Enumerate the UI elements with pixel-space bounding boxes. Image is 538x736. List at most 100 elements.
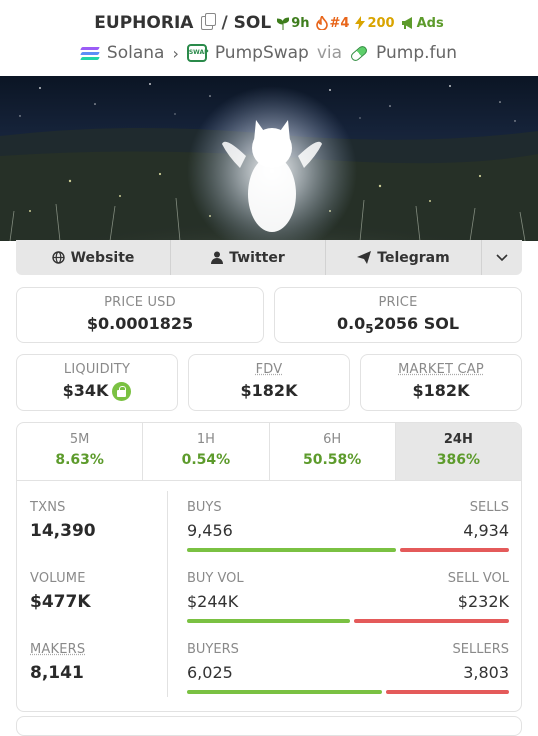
trading-stats-panel: 5M 8.63% 1H 0.54% 6H 50.58% 24H 386% TXN…: [16, 422, 522, 712]
more-links-dropdown[interactable]: [482, 240, 522, 275]
tab-6h[interactable]: 6H 50.58%: [270, 423, 396, 480]
quote-symbol: SOL: [233, 13, 272, 33]
tab-1h[interactable]: 1H 0.54%: [143, 423, 270, 480]
volume-value: $477K: [30, 592, 91, 612]
chevron-down-icon: [496, 253, 508, 261]
tab-change: 386%: [436, 452, 480, 468]
twitter-label: Twitter: [229, 249, 285, 266]
sell-portion: [399, 548, 509, 552]
dex-name[interactable]: PumpSwap: [215, 43, 309, 63]
fdv-card: FDV $182K: [188, 354, 350, 411]
tab-label: 1H: [196, 432, 215, 447]
via-text: via: [316, 43, 343, 63]
buy-vol-label: BUY VOL: [187, 571, 244, 586]
tab-change: 8.63%: [55, 452, 104, 468]
age-value: 9h: [291, 15, 310, 31]
age-badge: 9h: [277, 15, 310, 31]
buy-portion: [187, 548, 396, 552]
buy-sell-ratio-bar: [187, 548, 509, 552]
pill-icon: [349, 43, 369, 63]
pumpswap-icon: SWAP: [186, 44, 209, 62]
telegram-button[interactable]: Telegram: [326, 240, 482, 275]
launchpad-name[interactable]: Pump.fun: [376, 43, 457, 63]
buyers-label: BUYERS: [187, 642, 239, 657]
token-banner-image: [0, 76, 538, 241]
liquidity-value: $34K: [62, 381, 109, 400]
ads-label: Ads: [416, 15, 444, 31]
price-sol-card: PRICE 0.052056 SOL: [274, 287, 522, 343]
tab-label: 5M: [69, 432, 90, 447]
tab-5m[interactable]: 5M 8.63%: [17, 423, 144, 480]
banner-illustration: [0, 83, 538, 241]
sellers-value: 3,803: [463, 663, 509, 682]
tab-24h[interactable]: 24H 386%: [395, 423, 521, 480]
tab-change: 50.58%: [302, 452, 362, 468]
sell-portion: [354, 619, 509, 623]
twitter-button[interactable]: Twitter: [171, 240, 326, 275]
user-icon: [211, 251, 224, 264]
lock-icon[interactable]: [112, 382, 132, 401]
chain-name[interactable]: Solana: [107, 43, 165, 63]
liquidity-row: $34K: [17, 381, 177, 401]
lightning-icon: [355, 16, 366, 30]
next-section-card: [16, 716, 522, 736]
market-cap-value: $182K: [412, 381, 470, 400]
flame-icon: [315, 16, 328, 30]
buys-value: 9,456: [187, 521, 233, 540]
website-label: Website: [70, 249, 135, 266]
sell-vol-label: SELL VOL: [447, 571, 509, 586]
ads-badge[interactable]: Ads: [401, 16, 444, 31]
tab-change: 0.54%: [181, 452, 231, 468]
txns-stat: TXNS 14,390: [30, 500, 96, 541]
rank-value: #4: [329, 15, 350, 31]
price-sol-value: 0.052056 SOL: [336, 314, 460, 336]
sell-vol-value: $232K: [457, 592, 509, 611]
boost-value: 200: [367, 15, 395, 31]
market-cap-label[interactable]: MARKET CAP: [361, 362, 521, 377]
liquidity-card: LIQUIDITY $34K: [16, 354, 178, 411]
pair-separator: /: [221, 13, 228, 33]
fdv-label[interactable]: FDV: [189, 362, 349, 377]
liquidity-label: LIQUIDITY: [63, 362, 131, 377]
buy-sell-volume-stat: BUY VOL SELL VOL $244K $232K: [187, 571, 509, 623]
buys-sells-stat: BUYS SELLS 9,456 4,934: [187, 500, 509, 552]
sellers-label: SELLERS: [452, 642, 509, 657]
price-zero-count: 5: [365, 322, 374, 336]
buy-portion: [187, 690, 382, 694]
globe-icon: [51, 251, 65, 264]
telegram-label: Telegram: [377, 249, 450, 266]
paper-plane-icon: [357, 251, 372, 264]
buyers-sellers-stat: BUYERS SELLERS 6,025 3,803: [187, 642, 509, 694]
rank-badge[interactable]: #4: [315, 15, 350, 31]
makers-label[interactable]: MAKERS: [30, 642, 85, 657]
sells-value: 4,934: [463, 521, 509, 540]
social-links-bar: Website Twitter Telegram: [16, 240, 522, 275]
fdv-value: $182K: [240, 381, 298, 400]
txns-value: 14,390: [30, 521, 96, 541]
market-cap-card: MARKET CAP $182K: [360, 354, 522, 411]
makers-ratio-bar: [187, 690, 509, 694]
copy-icon[interactable]: [201, 13, 217, 30]
tab-label: 6H: [323, 432, 342, 447]
volume-ratio-bar: [187, 619, 509, 623]
makers-stat: MAKERS 8,141: [30, 642, 85, 683]
timeframe-tabs: 5M 8.63% 1H 0.54% 6H 50.58% 24H 386%: [17, 423, 521, 481]
buyers-value: 6,025: [187, 663, 233, 682]
volume-stat: VOLUME $477K: [30, 571, 91, 612]
tab-label: 24H: [443, 432, 473, 447]
sells-label: SELLS: [469, 500, 509, 515]
buy-portion: [187, 619, 351, 623]
website-button[interactable]: Website: [16, 240, 171, 275]
boost-badge[interactable]: 200: [355, 15, 395, 31]
seedling-icon: [277, 16, 290, 30]
price-sol-label: PRICE: [378, 295, 418, 310]
price-usd-label: PRICE USD: [104, 295, 176, 310]
buy-vol-value: $244K: [187, 592, 239, 611]
volume-label: VOLUME: [30, 571, 86, 586]
chevron-right-icon: ›: [172, 43, 179, 63]
token-symbol[interactable]: EUPHORIA: [94, 13, 193, 33]
sell-portion: [385, 690, 509, 694]
solana-icon: [80, 46, 100, 60]
megaphone-icon: [401, 17, 412, 29]
price-usd-value: $0.0001825: [86, 314, 194, 333]
